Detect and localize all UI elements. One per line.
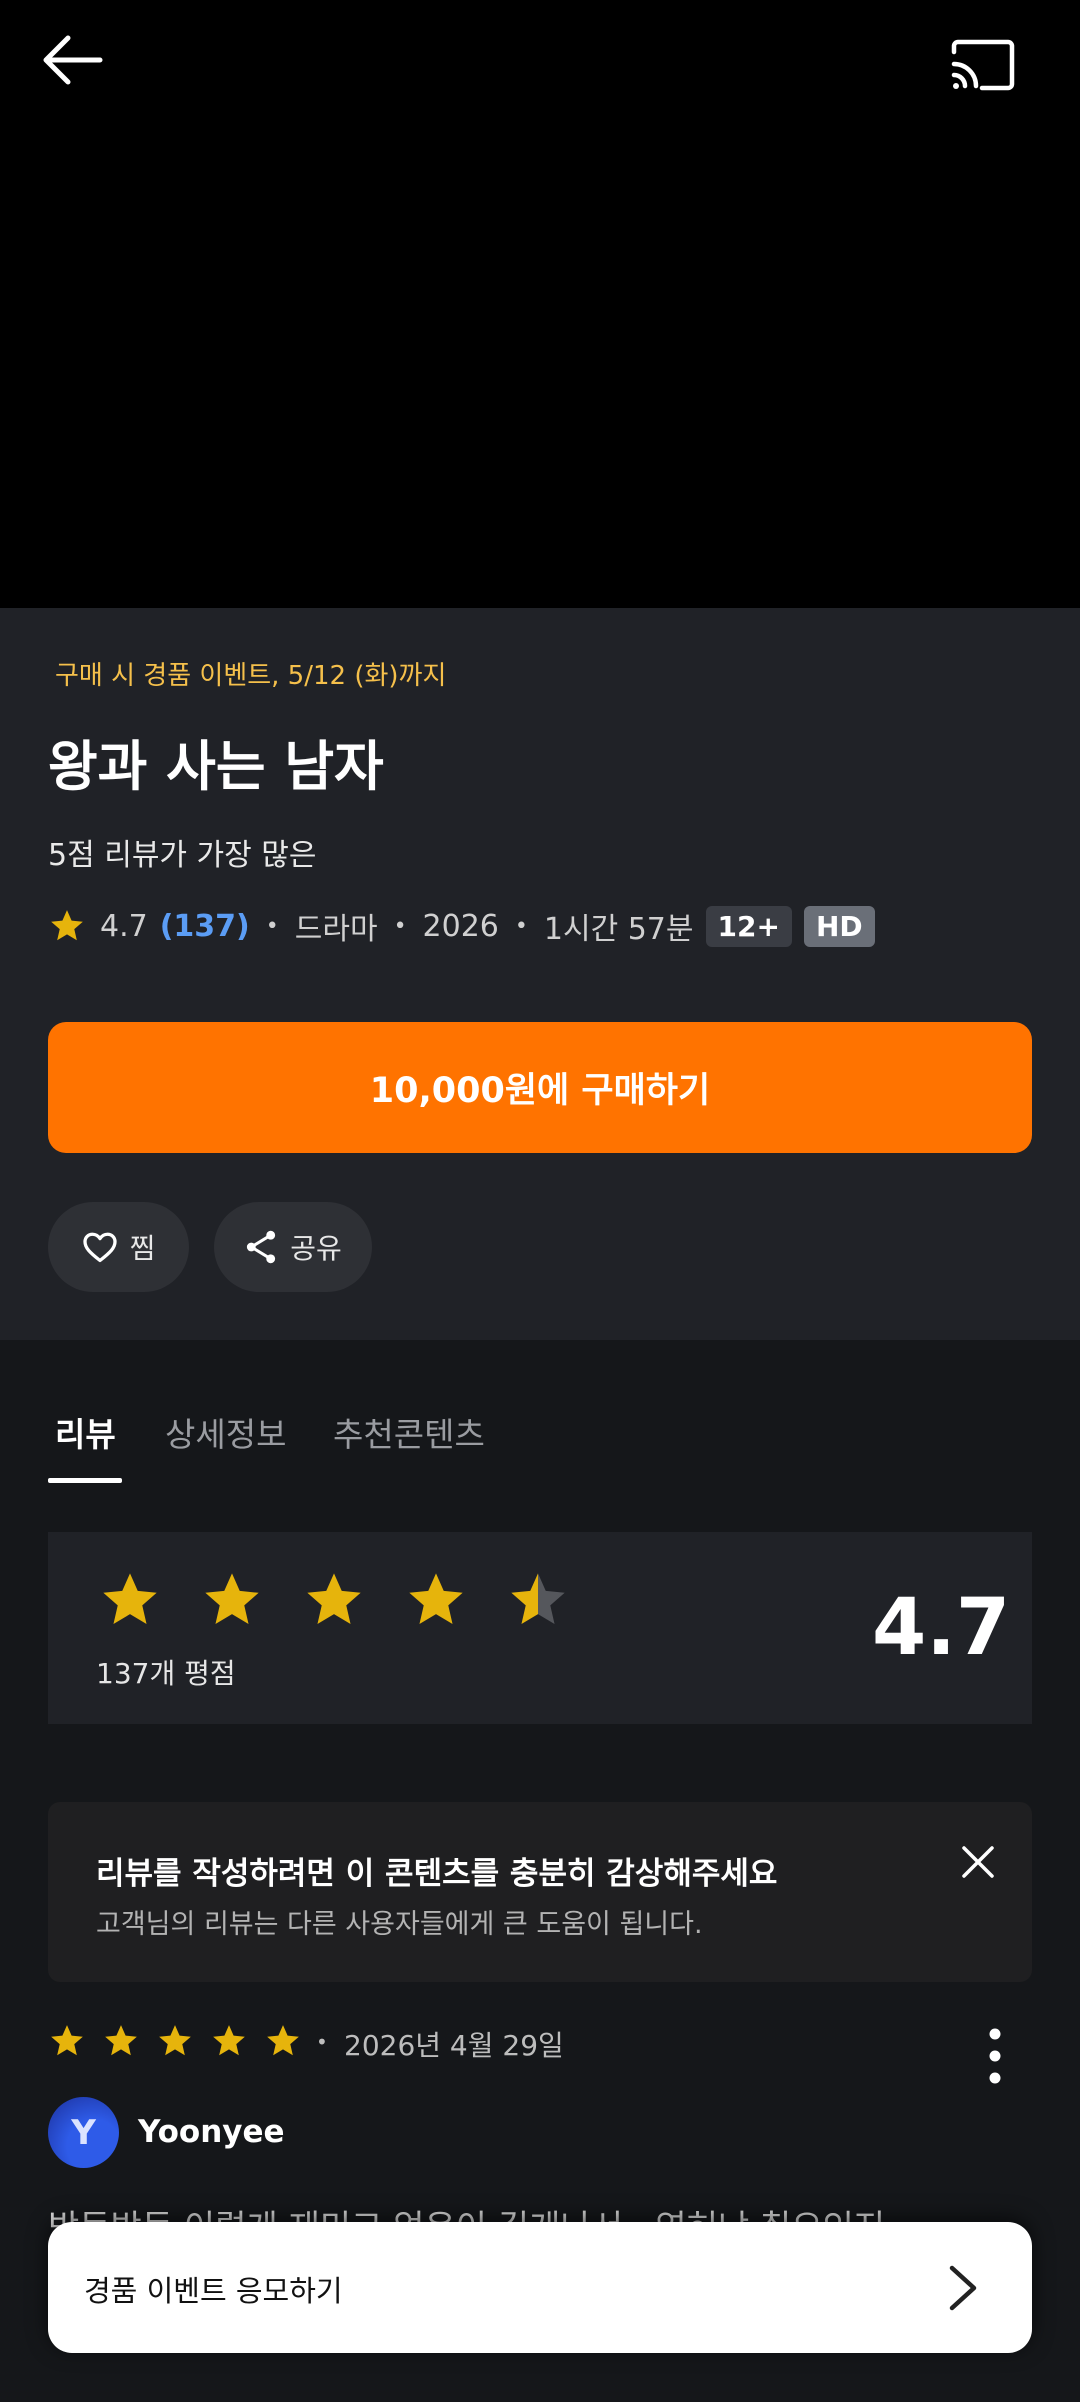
quality-badge: HD	[803, 905, 875, 947]
star-icon	[307, 1573, 361, 1624]
star-icon	[267, 2025, 299, 2056]
rating-score: 4.7	[872, 1583, 1011, 1673]
release-year: 2026	[422, 908, 499, 944]
genre: 드라마	[294, 912, 378, 947]
arrow-left-icon	[43, 35, 103, 85]
rating-count: 137개 평점	[96, 1657, 236, 1690]
star-icon	[409, 1573, 463, 1624]
page-title: 왕과 사는 남자	[48, 735, 384, 798]
like-label: 찜	[129, 1232, 156, 1265]
share-icon	[247, 1230, 276, 1264]
separator-dot: •	[316, 2030, 328, 2054]
star-icon	[205, 1573, 259, 1624]
like-button[interactable]: 찜	[48, 1202, 189, 1292]
star-icon	[105, 2025, 137, 2056]
avatar[interactable]: Y	[48, 2097, 119, 2168]
heart-icon	[82, 1232, 117, 1263]
tab-details[interactable]: 상세정보	[165, 1408, 286, 1456]
event-entry-label[interactable]: 경품 이벤트 응모하기	[84, 2268, 343, 2310]
star-icon	[213, 2025, 245, 2056]
share-button[interactable]: 공유	[214, 1202, 372, 1292]
cast-button[interactable]	[950, 38, 1040, 108]
content-meta-row: 4.7 (137) • 드라마 • 2026 • 1시간 57분 12+ HD	[48, 900, 875, 952]
purchase-button[interactable]: 10,000원에 구매하기	[48, 1022, 1032, 1153]
active-tab-indicator	[48, 1478, 122, 1483]
more-options-icon[interactable]	[980, 2024, 1010, 2088]
close-icon[interactable]	[958, 1842, 998, 1882]
event-banner-text[interactable]: 구매 시 경품 이벤트, 5/12 (화)까지	[55, 655, 446, 692]
rating-count-link[interactable]: (137)	[160, 909, 250, 944]
star-icon	[103, 1573, 157, 1624]
separator-dot: •	[265, 913, 279, 939]
separator-dot: •	[393, 913, 407, 939]
content-subtitle: 5점 리뷰가 가장 많은	[48, 838, 317, 873]
review-date: 2026년 4월 29일	[344, 2029, 564, 2062]
star-icon	[51, 2025, 83, 2056]
tab-review[interactable]: 리뷰	[55, 1408, 116, 1456]
notice-title: 리뷰를 작성하려면 이 콘텐츠를 충분히 감상해주세요	[96, 1856, 778, 1892]
video-player[interactable]	[0, 0, 1080, 608]
runtime: 1시간 57분	[543, 912, 694, 947]
age-rating-badge: 12+	[705, 905, 792, 947]
cast-icon	[951, 39, 1015, 91]
separator-dot: •	[514, 913, 528, 939]
rating-value: 4.7	[100, 908, 148, 944]
chevron-right-icon[interactable]	[942, 2262, 982, 2314]
tab-recommended[interactable]: 추천콘텐츠	[333, 1408, 485, 1456]
share-label: 공유	[290, 1232, 342, 1265]
review-username[interactable]: Yoonyee	[138, 2114, 285, 2150]
half-star-icon	[511, 1573, 565, 1624]
star-icon	[51, 910, 83, 941]
back-button[interactable]	[36, 30, 126, 110]
notice-subtitle: 고객님의 리뷰는 다른 사용자들에게 큰 도움이 됩니다.	[96, 1909, 703, 1940]
star-icon	[159, 2025, 191, 2056]
